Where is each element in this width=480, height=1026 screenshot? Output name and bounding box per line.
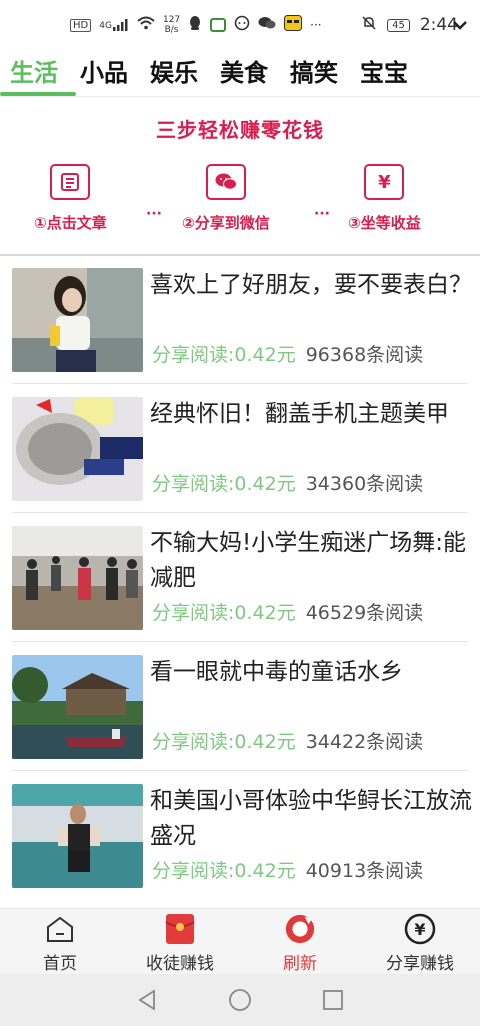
- battery-icon: 45: [387, 18, 410, 32]
- category-tabs: 生活 小品 娱乐 美食 搞笑 宝宝: [0, 46, 480, 96]
- emoji-app-icon: [284, 15, 303, 35]
- article-title: 经典怀旧！翻盖手机主题美甲: [150, 401, 449, 427]
- system-nav-bar: [0, 974, 480, 1026]
- tab-baby[interactable]: 宝宝: [360, 46, 408, 94]
- back-icon[interactable]: [135, 988, 159, 1012]
- tab-funny[interactable]: 搞笑: [290, 46, 338, 94]
- step-label-2: ②分享到微信: [182, 214, 270, 232]
- article-meta: 分享阅读:0.42元 34422条阅读: [152, 727, 423, 754]
- article-title: 不输大妈!小学生痴迷广场舞:能减肥: [150, 530, 466, 591]
- nav-refresh[interactable]: 刷新: [240, 909, 360, 974]
- nav-label: 收徒赚钱: [146, 954, 214, 974]
- article-card[interactable]: 和美国小哥体验中华鲟长江放流盛况 分享阅读:0.42元 40913条阅读: [0, 772, 480, 900]
- nav-label: 分享赚钱: [386, 954, 454, 974]
- nav-recruit-earn[interactable]: 收徒赚钱: [120, 909, 240, 974]
- refresh-icon: [284, 913, 316, 945]
- share-reward: 分享阅读:0.42元: [152, 731, 296, 753]
- step-separator: ···: [146, 206, 162, 222]
- home-circle-icon[interactable]: [228, 988, 252, 1012]
- article-icon: [50, 164, 91, 200]
- chevron-down-icon[interactable]: [452, 12, 468, 36]
- step-share-wechat: ②分享到微信: [182, 164, 270, 233]
- read-count: 96368条阅读: [305, 344, 424, 366]
- app-notification-icon: [210, 18, 227, 32]
- hd-badge: HD: [70, 18, 92, 32]
- article-meta: 分享阅读:0.42元 34360条阅读: [152, 469, 423, 496]
- signal-label: 4G: [99, 21, 112, 31]
- article-card[interactable]: 喜欢上了好朋友，要不要表白？ 分享阅读:0.42元 96368条阅读: [0, 256, 480, 384]
- tab-divider: [0, 96, 480, 97]
- article-title: 喜欢上了好朋友，要不要表白？: [150, 272, 472, 298]
- message-icon: [234, 15, 250, 35]
- more-notifications-icon: ···: [310, 18, 322, 32]
- share-reward: 分享阅读:0.42元: [152, 473, 296, 495]
- yuan-icon: ¥: [364, 164, 405, 200]
- share-reward: 分享阅读:0.42元: [152, 602, 296, 624]
- article-thumbnail: [12, 397, 143, 501]
- article-card[interactable]: 看一眼就中毒的童话水乡 分享阅读:0.42元 34422条阅读: [0, 643, 480, 771]
- tab-food[interactable]: 美食: [220, 46, 268, 94]
- mute-icon: [361, 15, 377, 35]
- speed-unit: B/s: [164, 25, 179, 35]
- status-right: 45 2:44: [361, 15, 458, 35]
- article-title: 看一眼就中毒的童话水乡: [150, 659, 403, 685]
- tab-entertainment[interactable]: 娱乐: [150, 46, 198, 94]
- article-thumbnail: [12, 268, 143, 372]
- divider: [12, 770, 468, 771]
- bottom-nav: 首页 收徒赚钱 刷新 ¥ 分享赚钱: [0, 908, 480, 974]
- yuan-coin-icon: ¥: [404, 913, 436, 945]
- step-wait-earnings: ¥ ③坐等收益: [348, 164, 421, 233]
- tab-skits[interactable]: 小品: [80, 46, 128, 94]
- wechat-status-icon: [258, 16, 276, 34]
- divider: [12, 641, 468, 642]
- qq-icon: [188, 15, 202, 35]
- nav-share-earn[interactable]: ¥ 分享赚钱: [360, 909, 480, 974]
- status-left: HD 4G 127 B/s ···: [70, 15, 322, 35]
- divider: [12, 512, 468, 513]
- nav-label: 首页: [43, 954, 77, 974]
- read-count: 34360条阅读: [305, 473, 424, 495]
- home-icon: [44, 913, 76, 945]
- step-label-3: ③坐等收益: [348, 214, 421, 232]
- wechat-icon: [205, 164, 246, 200]
- signal-icon: 4G: [99, 19, 129, 31]
- article-thumbnail: [12, 526, 143, 630]
- article-title: 和美国小哥体验中华鲟长江放流盛况: [150, 788, 472, 849]
- article-meta: 分享阅读:0.42元 46529条阅读: [152, 598, 423, 625]
- article-card[interactable]: 经典怀旧！翻盖手机主题美甲 分享阅读:0.42元 34360条阅读: [0, 385, 480, 513]
- read-count: 40913条阅读: [305, 860, 424, 882]
- network-speed: 127 B/s: [163, 15, 180, 35]
- speed-value: 127: [162, 15, 181, 25]
- tab-life[interactable]: 生活: [0, 46, 76, 96]
- divider: [12, 383, 468, 384]
- article-meta: 分享阅读:0.42元 96368条阅读: [152, 340, 423, 367]
- nav-home[interactable]: 首页: [0, 909, 120, 974]
- step-separator: ···: [314, 206, 330, 222]
- wifi-icon: [137, 16, 155, 34]
- nav-label: 刷新: [283, 954, 317, 974]
- red-envelope-icon: [164, 913, 196, 945]
- read-count: 34422条阅读: [305, 731, 424, 753]
- article-meta: 分享阅读:0.42元 40913条阅读: [152, 856, 423, 883]
- article-card[interactable]: 不输大妈!小学生痴迷广场舞:能减肥 分享阅读:0.42元 46529条阅读: [0, 514, 480, 642]
- recent-apps-icon[interactable]: [321, 988, 345, 1012]
- article-thumbnail: [12, 655, 143, 759]
- share-reward: 分享阅读:0.42元: [152, 344, 296, 366]
- share-reward: 分享阅读:0.42元: [152, 860, 296, 882]
- step-click-article: ①点击文章: [34, 164, 107, 233]
- article-thumbnail: [12, 784, 143, 888]
- svg-text:¥: ¥: [414, 920, 425, 939]
- earn-banner-title: 三步轻松赚零花钱: [156, 118, 324, 142]
- read-count: 46529条阅读: [305, 602, 424, 624]
- earn-money-banner[interactable]: 三步轻松赚零花钱 ①点击文章 ··· ②分享到微信 ··· ¥ ③坐等收益: [0, 98, 480, 256]
- step-label-1: ①点击文章: [34, 214, 107, 232]
- status-bar: HD 4G 127 B/s ··· 45 2:44: [0, 0, 480, 50]
